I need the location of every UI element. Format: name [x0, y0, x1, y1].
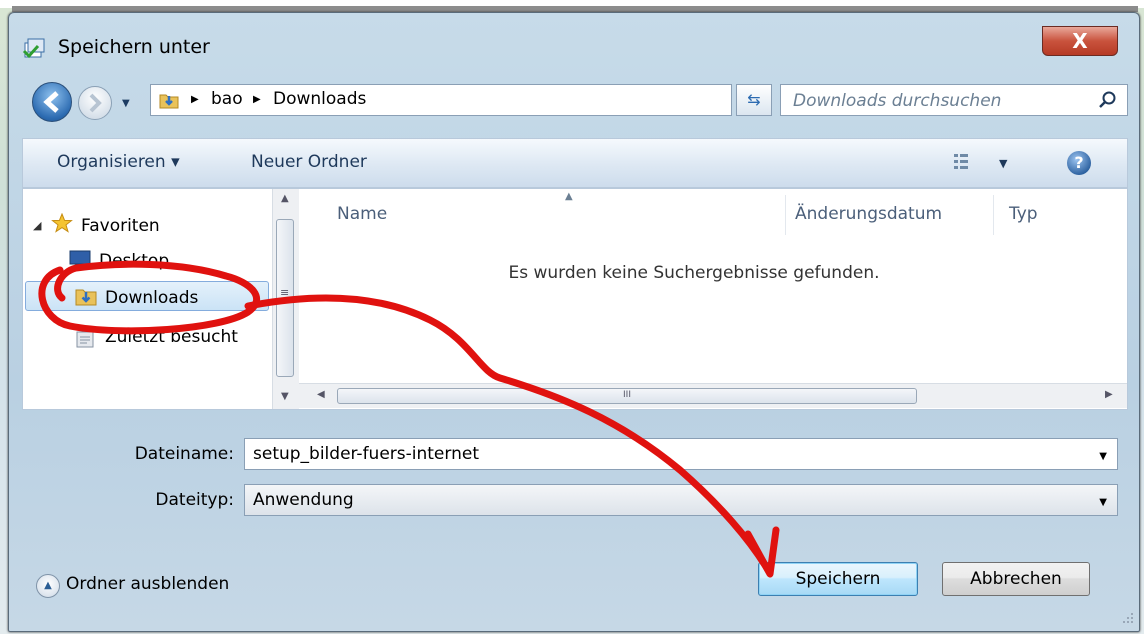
resize-grip-icon[interactable] — [1122, 612, 1134, 624]
sidebar-item-desktop[interactable]: Desktop — [99, 251, 169, 271]
back-button[interactable] — [32, 82, 72, 122]
sidebar-item-favorites[interactable]: Favoriten — [81, 216, 160, 236]
browse-area: ◢ Favoriten Desktop Downloads Zuletzt be… — [22, 188, 1128, 410]
search-input[interactable] — [791, 89, 1085, 113]
navigation-pane: ◢ Favoriten Desktop Downloads Zuletzt be… — [23, 189, 271, 409]
horizontal-scroll-thumb[interactable]: III — [337, 388, 917, 404]
refresh-icon: ⇆ — [747, 90, 761, 109]
scroll-up-icon[interactable]: ▲ — [281, 193, 289, 204]
filename-value[interactable]: setup_bilder-fuers-internet — [253, 444, 479, 464]
chevron-up-icon[interactable]: ▲ — [36, 574, 60, 598]
save-button[interactable]: Speichern — [758, 562, 918, 596]
filename-field[interactable]: setup_bilder-fuers-internet ▼ — [244, 438, 1118, 470]
breadcrumb-separator: ▶ — [191, 94, 199, 105]
sidebar-scrollbar[interactable]: ▲ ≡ ▼ — [272, 189, 299, 409]
column-name[interactable]: Name — [337, 204, 387, 224]
scroll-down-icon[interactable]: ▼ — [281, 391, 289, 402]
scroll-thumb[interactable]: ≡ — [276, 219, 294, 377]
desktop-icon — [69, 250, 91, 267]
column-separator — [785, 195, 786, 235]
recent-places-icon — [76, 331, 94, 348]
navigation-bar: ▼ ▶ bao ▶ Downloads ▼ ⇆ — [22, 80, 1128, 126]
cancel-button[interactable]: Abbrechen — [942, 562, 1090, 596]
forward-button[interactable] — [78, 86, 112, 120]
column-type[interactable]: Typ — [1009, 204, 1038, 224]
filename-dropdown-icon[interactable]: ▼ — [1099, 451, 1107, 462]
refresh-button[interactable]: ⇆ — [736, 84, 772, 116]
search-box[interactable] — [780, 84, 1128, 116]
downloads-folder-icon — [75, 289, 97, 306]
scroll-right-icon[interactable]: ▶ — [1105, 389, 1113, 400]
view-options-icon[interactable] — [953, 153, 975, 171]
sidebar-item-downloads[interactable]: Downloads — [105, 288, 198, 308]
filename-label: Dateiname: — [134, 444, 234, 464]
column-separator — [993, 195, 994, 235]
downloads-folder-icon — [159, 94, 179, 109]
file-list: ▲ Name Änderungsdatum Typ Es wurden kein… — [299, 189, 1127, 409]
collapse-favorites-icon[interactable]: ◢ — [33, 219, 41, 232]
dialog-title: Speichern unter — [58, 36, 210, 58]
forward-arrow-icon — [89, 93, 102, 113]
scroll-grip-text: III — [623, 390, 631, 400]
command-toolbar: Organisieren ▾ Neuer Ordner ▼ ? — [22, 138, 1128, 188]
filetype-label: Dateityp: — [155, 490, 234, 510]
filetype-value[interactable]: Anwendung — [253, 490, 354, 510]
filetype-dropdown-icon[interactable]: ▼ — [1099, 497, 1107, 508]
address-bar[interactable]: ▶ bao ▶ Downloads ▼ — [150, 84, 825, 116]
sort-indicator-icon: ▲ — [565, 191, 573, 202]
view-dropdown-icon[interactable]: ▼ — [999, 157, 1007, 170]
breadcrumb-bao[interactable]: bao — [211, 89, 243, 109]
save-as-icon — [22, 38, 45, 59]
back-arrow-icon — [43, 91, 59, 113]
breadcrumb-downloads[interactable]: Downloads — [273, 89, 366, 109]
grip-icon: ≡ — [280, 286, 290, 299]
list-horizontal-scrollbar[interactable]: ◀ III ▶ — [299, 383, 1127, 408]
sidebar-item-recent[interactable]: Zuletzt besucht — [105, 327, 238, 347]
recent-locations-dropdown[interactable]: ▼ — [122, 98, 130, 109]
empty-results-message: Es wurden keine Suchergebnisse gefunden. — [508, 263, 880, 283]
help-icon[interactable]: ? — [1067, 151, 1091, 175]
breadcrumb-separator: ▶ — [253, 94, 261, 105]
column-date-modified[interactable]: Änderungsdatum — [795, 204, 942, 224]
hide-folders-button[interactable]: Ordner ausblenden — [66, 574, 229, 594]
close-button[interactable]: X — [1042, 26, 1118, 56]
scroll-left-icon[interactable]: ◀ — [317, 389, 325, 400]
search-icon[interactable] — [1097, 90, 1117, 110]
filetype-select[interactable]: Anwendung ▼ — [244, 484, 1118, 516]
star-icon — [51, 213, 73, 233]
new-folder-button[interactable]: Neuer Ordner — [251, 152, 367, 172]
organize-menu[interactable]: Organisieren ▾ — [57, 152, 180, 172]
